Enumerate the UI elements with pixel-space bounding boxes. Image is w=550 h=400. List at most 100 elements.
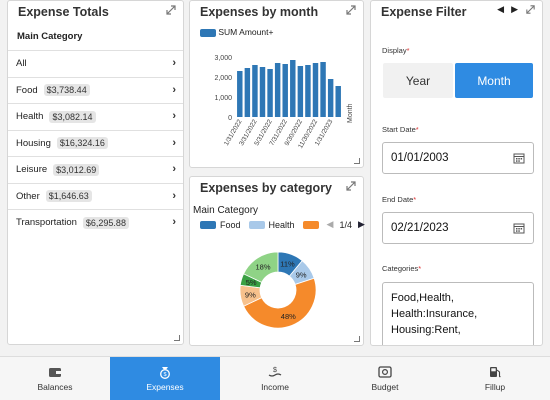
chevron-right-icon: › (172, 216, 176, 228)
category-label: Leisure (16, 164, 48, 176)
month-toggle-button[interactable]: Month (455, 63, 533, 98)
calendar-icon[interactable] (513, 152, 525, 164)
chevron-right-icon: › (172, 136, 176, 149)
resize-handle-icon[interactable] (174, 335, 180, 341)
resize-handle-icon[interactable] (354, 336, 360, 342)
expenses-by-month-chart: 3,0002,0001,00001/31/20223/31/20225/31/2… (214, 55, 354, 150)
categories-line: Health:Insurance, (391, 308, 478, 320)
slice-label: 48% (281, 312, 296, 321)
categories-line: Housing:Rent, (391, 324, 461, 336)
category-label: Food (16, 84, 38, 96)
category-item-all[interactable]: All › (8, 50, 183, 77)
expense-totals-title: Expense Totals (18, 5, 109, 19)
main-category-heading: Main Category (17, 31, 83, 42)
bar[interactable] (297, 66, 304, 117)
expenses-by-category-chart: 11%9%48%9%5%18% (239, 251, 317, 329)
legend-label: Health (268, 219, 295, 230)
legend-swatch-health (248, 220, 265, 229)
expand-icon[interactable] (345, 4, 357, 16)
expenses-by-month-panel: Expenses by month SUM Amount+ 3,000 2,000… (189, 0, 364, 168)
chevron-right-icon: › (172, 83, 176, 96)
category-item-transportation[interactable]: Transportation $6,295.88 › (8, 209, 183, 236)
amount-badge: $3,738.44 (43, 84, 90, 97)
filter-nav: ◀ ▶ (497, 4, 536, 15)
bar[interactable] (282, 64, 288, 117)
resize-handle-icon[interactable] (354, 158, 360, 164)
bar[interactable] (312, 63, 319, 117)
x-axis-title: Month (347, 103, 354, 123)
chevron-right-icon: › (172, 189, 176, 202)
start-date-label: Start Date* (382, 125, 419, 134)
expense-filter-panel: Expense Filter ◀ ▶ Display* Year Month S… (370, 0, 543, 346)
end-date-input[interactable]: 02/21/2023 (382, 212, 534, 244)
category-label: Other (16, 190, 40, 202)
category-item-other[interactable]: Other $1,646.63 › (8, 182, 183, 210)
prev-arrow-icon[interactable]: ◀ (497, 4, 504, 15)
bar[interactable] (267, 69, 273, 117)
year-toggle-button[interactable]: Year (383, 63, 453, 98)
tab-expenses[interactable]: $ Expenses (110, 357, 220, 400)
legend-swatch-food (200, 220, 216, 229)
chevron-right-icon: › (172, 57, 176, 69)
bar[interactable] (259, 67, 266, 117)
month-chart-title: Expenses by month (200, 5, 319, 19)
bar[interactable] (274, 63, 281, 117)
expand-icon[interactable] (165, 4, 177, 16)
next-arrow-icon[interactable]: ▶ (511, 4, 518, 15)
y-tick-label: 1,000 (214, 95, 232, 102)
amount-badge: $3,082.14 (49, 110, 96, 123)
start-date-value: 01/01/2003 (391, 152, 449, 164)
slice-label: 11% (280, 260, 295, 269)
legend-swatch (200, 28, 216, 37)
tab-balances[interactable]: Balances (0, 357, 110, 400)
amount-badge: $1,646.63 (45, 190, 92, 203)
tab-label: Income (261, 382, 289, 392)
bar[interactable] (305, 65, 311, 117)
bar[interactable] (327, 79, 334, 117)
wallet-icon (49, 368, 61, 377)
categories-textarea[interactable]: Food,Health, Health:Insurance, Housing:R… (382, 282, 534, 345)
tab-budget[interactable]: Budget (330, 357, 440, 400)
category-list: All › Food $3,738.44 › Health $3,082.14 › Hou… (8, 50, 183, 236)
svg-text:$: $ (273, 367, 277, 374)
legend-prev-icon[interactable]: ◀ (327, 219, 334, 230)
bottom-tab-bar: Balances $ Expenses $ Income Budget Fill… (0, 356, 550, 400)
categories-label: Categories* (382, 264, 422, 273)
category-item-food[interactable]: Food $3,738.44 › (8, 76, 183, 104)
y-tick-label: 0 (228, 115, 232, 122)
bar[interactable] (320, 62, 326, 117)
expenses-by-category-panel: Expenses by category Main Category Food … (189, 176, 365, 346)
tab-label: Balances (37, 382, 73, 392)
tab-income[interactable]: $ Income (220, 357, 330, 400)
legend-next-icon[interactable]: ▶ (358, 219, 365, 230)
category-label: Health (16, 111, 44, 123)
tab-fillup[interactable]: Fillup (440, 357, 550, 400)
category-item-health[interactable]: Health $3,082.14 › (8, 103, 183, 130)
bar[interactable] (237, 71, 243, 117)
y-tick-label: 3,000 (214, 55, 232, 62)
amount-badge: $6,295.88 (82, 216, 129, 229)
expense-totals-panel: Expense Totals Main Category All › Food $3… (7, 0, 184, 345)
bar[interactable] (290, 60, 296, 117)
tab-label: Expenses (146, 382, 184, 392)
calendar-icon[interactable] (513, 222, 525, 234)
y-tick-label: 2,000 (214, 75, 232, 82)
start-date-input[interactable]: 01/01/2003 (382, 142, 534, 174)
chevron-right-icon: › (172, 110, 176, 122)
tab-label: Fillup (484, 382, 506, 392)
display-label: Display* (382, 46, 410, 55)
legend-page-indicator: 1/4 (339, 219, 352, 230)
expand-icon[interactable] (525, 4, 536, 15)
end-date-value: 02/21/2023 (391, 222, 449, 234)
svg-text:$: $ (163, 372, 166, 378)
bar[interactable] (335, 86, 341, 117)
bar[interactable] (244, 68, 251, 117)
category-label: Transportation (16, 217, 77, 229)
category-item-leisure[interactable]: Leisure $3,012.69 › (8, 156, 183, 183)
category-item-housing[interactable]: Housing $16,324.16 › (8, 129, 183, 157)
filter-title: Expense Filter (381, 5, 467, 19)
expand-icon[interactable] (345, 180, 357, 192)
bar[interactable] (252, 65, 258, 117)
money-bag-icon: $ (160, 367, 170, 379)
slice-label: 9% (245, 290, 256, 299)
